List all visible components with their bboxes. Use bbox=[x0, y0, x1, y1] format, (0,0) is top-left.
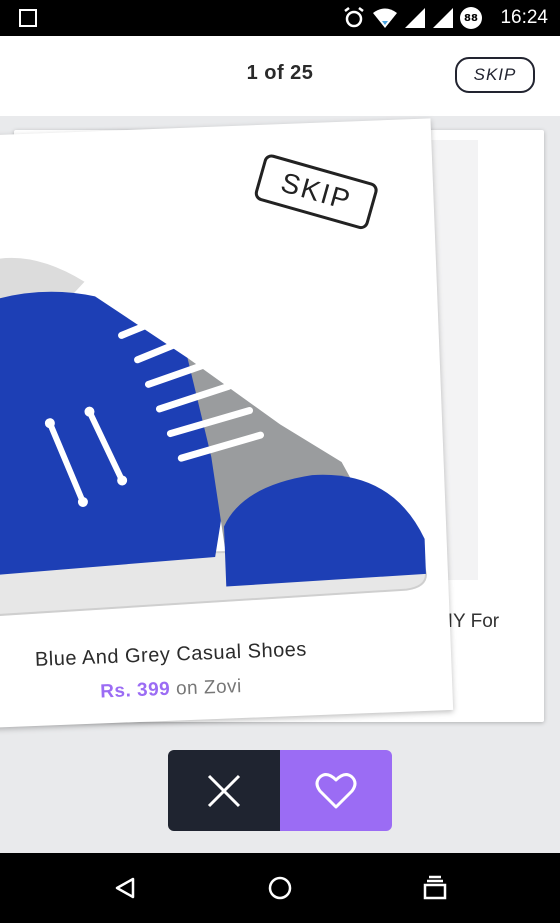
skip-button[interactable]: SKIP bbox=[455, 57, 535, 93]
wifi-icon bbox=[373, 8, 397, 28]
signal-icon bbox=[433, 8, 453, 28]
recents-button[interactable] bbox=[420, 873, 450, 903]
status-bar: 88 16:24 bbox=[0, 0, 560, 36]
battery-level: 88 bbox=[464, 12, 478, 24]
heart-icon bbox=[315, 772, 357, 808]
back-icon bbox=[115, 877, 135, 899]
product-seller: on Zovi bbox=[175, 676, 243, 700]
product-image bbox=[0, 258, 427, 617]
product-price: Rs. 399 bbox=[99, 678, 171, 703]
status-icons: 88 bbox=[342, 6, 482, 30]
product-card-wrapper[interactable]: SKIP Blue And Grey Casual Shoes Rs. 399 … bbox=[0, 118, 454, 728]
product-title: Blue And Grey Casual Shoes bbox=[34, 638, 308, 671]
home-button[interactable] bbox=[265, 873, 295, 903]
alarm-icon bbox=[344, 7, 364, 28]
product-price-line: Rs. 399 on Zovi bbox=[100, 676, 242, 703]
action-buttons bbox=[168, 750, 392, 831]
product-card[interactable]: SKIP Blue And Grey Casual Shoes Rs. 399 … bbox=[0, 118, 454, 728]
navigation-bar bbox=[0, 853, 560, 923]
battery-icon: 88 bbox=[460, 7, 482, 29]
like-button[interactable] bbox=[280, 750, 392, 831]
top-header: 1 of 25 SKIP bbox=[0, 36, 560, 116]
back-button[interactable] bbox=[110, 873, 140, 903]
signal-icon bbox=[405, 8, 425, 28]
recents-icon bbox=[423, 875, 447, 900]
dislike-button[interactable] bbox=[168, 750, 280, 831]
notification-square-icon bbox=[19, 9, 37, 27]
home-icon bbox=[268, 876, 292, 900]
status-time: 16:24 bbox=[500, 7, 548, 28]
close-icon bbox=[207, 774, 241, 807]
